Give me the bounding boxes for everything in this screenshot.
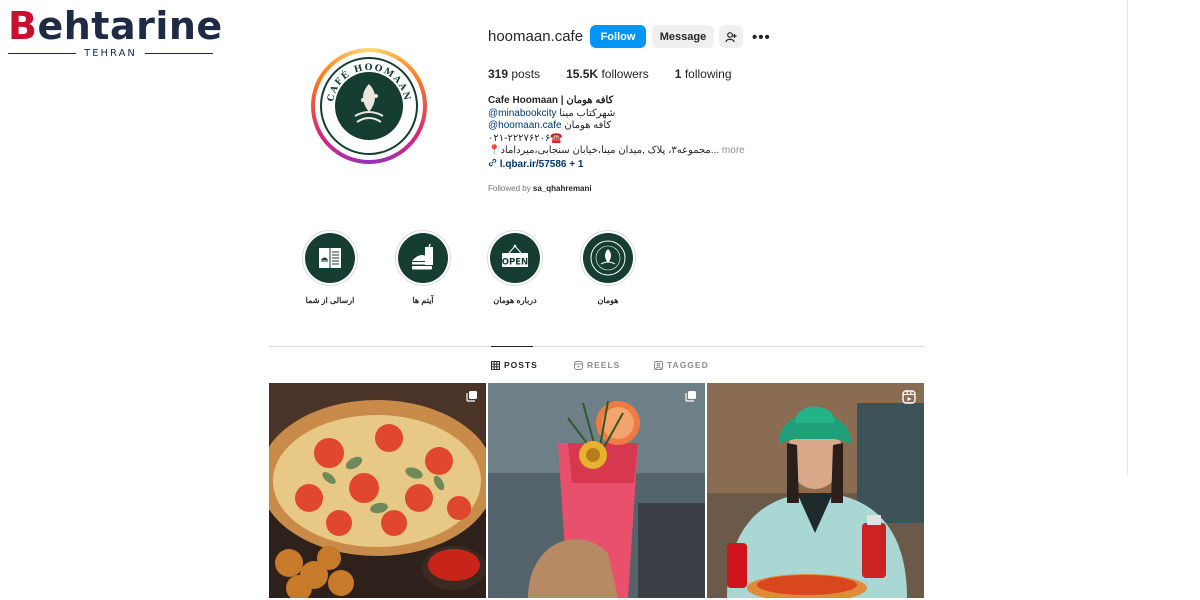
profile-avatar[interactable]: CAFÉ HOOMAAN BRIGHTEN & BON BOOT, BON HO… [311, 48, 427, 164]
profile-username: hoomaan.cafe [488, 28, 584, 45]
bio-phone: ۰۲۱-۲۲۲۷۶۲۰۶☎️ [488, 132, 563, 144]
highlight-label: آیتم ها [412, 296, 434, 305]
highlight-label: درباره هومان [493, 296, 537, 305]
bio-mention-hoomaan[interactable]: @hoomaan.cafe [488, 120, 562, 131]
watermark-line-right [144, 53, 213, 54]
watermark-brand: ehtarine [37, 4, 223, 48]
posts-stat: 319 posts [488, 67, 541, 81]
bio-name: Cafe Hoomaan | کافه هومان [488, 95, 614, 106]
link-icon [488, 158, 497, 166]
post-thumbnail-cocktail[interactable] [488, 383, 705, 598]
bio-line2-text: کافه هومان [561, 120, 612, 131]
menu-book-icon [319, 248, 341, 268]
following-stat[interactable]: 1 following [675, 67, 732, 81]
followed-by[interactable]: Followed by sa_qhahremani [488, 184, 592, 193]
reel-icon [902, 390, 916, 404]
carousel-icon [685, 391, 696, 402]
woman-eating-photo [707, 383, 924, 598]
bio-more-link[interactable]: more [722, 145, 745, 156]
highlight-item[interactable]: هومان [568, 230, 648, 305]
tab-tagged[interactable]: TAGGED [654, 360, 709, 370]
burger-drink-icon [412, 243, 433, 270]
bio-mention-minabookcity[interactable]: @minabookcity [488, 108, 557, 119]
cafe-logo-icon [590, 240, 626, 276]
highlight-item[interactable]: ارسالی از شما [290, 230, 370, 305]
reels-icon [574, 360, 583, 370]
followers-stat[interactable]: 15.5K followers [566, 67, 649, 81]
tagged-icon [654, 360, 663, 370]
highlight-label: ارسالی از شما [305, 296, 355, 305]
bio-url-link[interactable]: l.qbar.ir/57586 + 1 [500, 159, 584, 170]
post-thumbnail-woman-pizza[interactable] [707, 383, 924, 598]
svg-text:OPEN: OPEN [502, 258, 528, 268]
highlight-item[interactable]: OPEN درباره هومان [475, 230, 555, 305]
watermark-initial: B [8, 4, 38, 48]
more-options-icon[interactable]: ••• [752, 29, 771, 46]
message-button[interactable]: Message [652, 25, 714, 48]
tabs-divider [269, 346, 925, 347]
highlight-item[interactable]: آیتم ها [383, 230, 463, 305]
tab-posts[interactable]: POSTS [491, 360, 538, 370]
watermark-logo: Behtarine TEHRAN [8, 4, 222, 59]
grid-icon [491, 360, 500, 370]
profile-bio: Cafe Hoomaan | کافه هومان @minabookcity … [488, 95, 788, 171]
page-right-border [1127, 0, 1128, 475]
carousel-icon [466, 391, 477, 402]
followed-by-user: sa_qhahremani [532, 184, 592, 193]
cafe-logo-icon: CAFÉ HOOMAAN BRIGHTEN & BON BOOT, BON HO… [320, 57, 418, 155]
profile-stats: 319 posts 15.5K followers 1 following [488, 67, 758, 81]
add-user-icon [725, 31, 737, 42]
suggested-users-button[interactable] [719, 25, 743, 48]
watermark-city: TEHRAN [84, 48, 137, 59]
cocktail-photo [488, 383, 705, 598]
bio-address: 📍مجموعه۳، پلاک ,میدان مینا،خیابان سنجابی… [488, 145, 720, 156]
highlight-label: هومان [597, 296, 619, 305]
open-sign-icon: OPEN [502, 244, 528, 268]
follow-button[interactable]: Follow [590, 25, 646, 48]
tab-reels[interactable]: REELS [574, 360, 620, 370]
pizza-photo [269, 383, 486, 598]
post-thumbnail-pizza[interactable] [269, 383, 486, 598]
watermark-line-left [8, 53, 77, 54]
bio-line1-text: شهرکتاب مینا [559, 107, 616, 119]
active-tab-indicator [491, 346, 533, 347]
